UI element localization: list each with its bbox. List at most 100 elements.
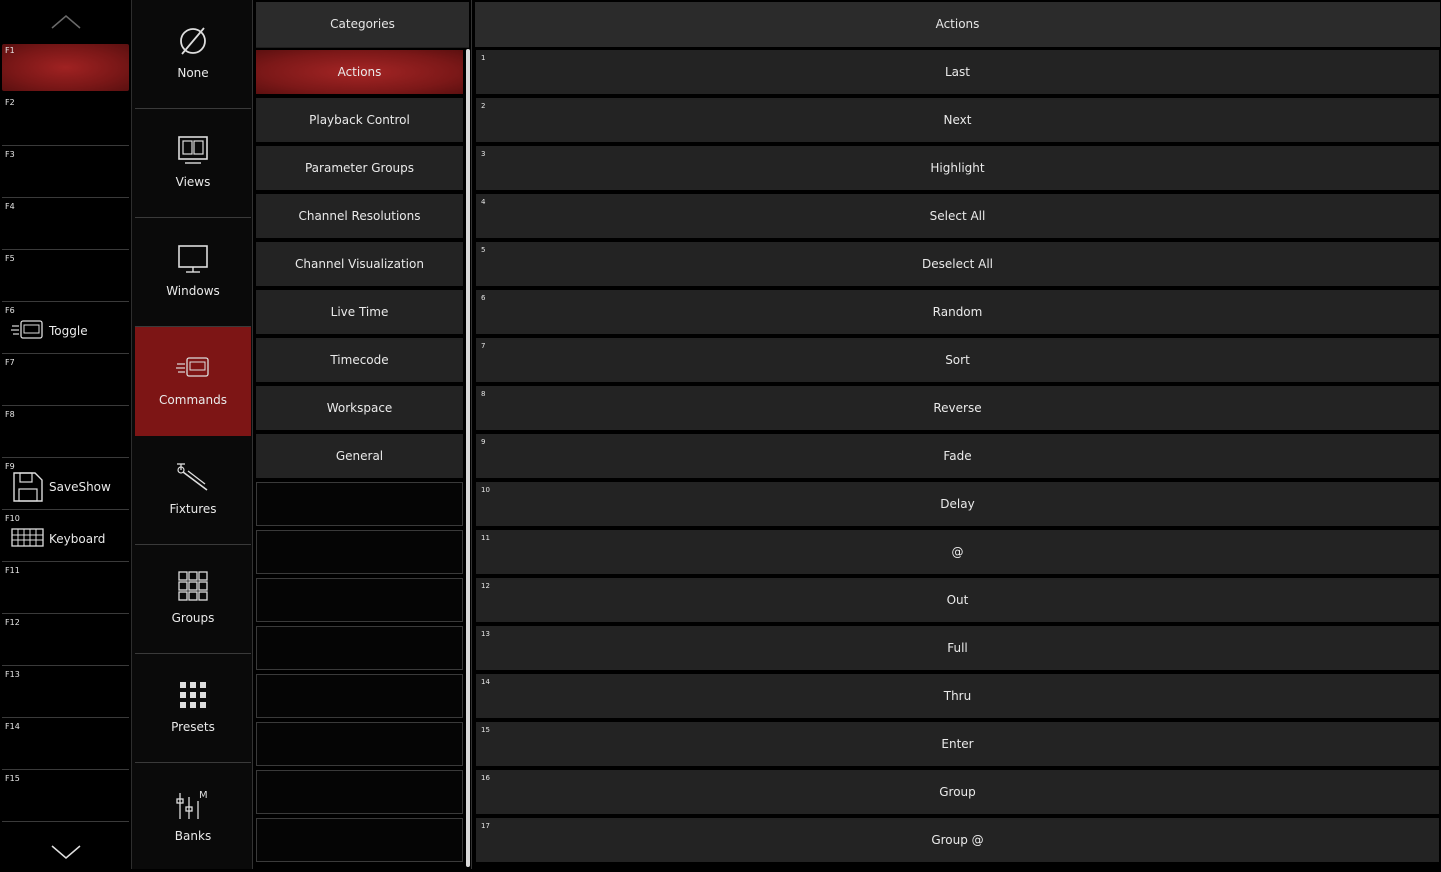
action-button-last[interactable]: 1 Last <box>476 50 1439 94</box>
function-key-number: F7 <box>5 358 15 367</box>
chevron-up-icon <box>51 15 81 29</box>
function-key-f1[interactable]: F1 <box>2 44 129 91</box>
action-button-enter[interactable]: 15 Enter <box>476 722 1439 766</box>
function-key-number: F4 <box>5 202 15 211</box>
category-actions[interactable]: Actions <box>256 50 463 94</box>
action-button-group[interactable]: 16 Group <box>476 770 1439 814</box>
nav-item-presets[interactable]: Presets <box>135 654 251 763</box>
category-live-time[interactable]: Live Time <box>256 290 463 334</box>
function-key-label: Toggle <box>49 324 88 338</box>
action-button-deselect-all[interactable]: 5 Deselect All <box>476 242 1439 286</box>
function-key-f5[interactable]: F5 <box>2 252 129 302</box>
action-label: Group @ <box>931 833 984 847</box>
chevron-down-icon <box>51 845 81 859</box>
category-general[interactable]: General <box>256 434 463 478</box>
function-key-number: F10 <box>5 514 20 523</box>
action-label: Delay <box>940 497 975 511</box>
category-empty-slot[interactable] <box>256 722 463 766</box>
function-key-f14[interactable]: F14 <box>2 720 129 770</box>
nav-item-commands[interactable]: Commands <box>135 327 251 436</box>
function-key-f13[interactable]: F13 <box>2 668 129 718</box>
category-empty-slot[interactable] <box>256 626 463 670</box>
nav-item-groups[interactable]: Groups <box>135 545 251 654</box>
action-label: Out <box>946 593 969 607</box>
function-key-f7[interactable]: F7 <box>2 356 129 406</box>
category-empty-slot[interactable] <box>256 482 463 526</box>
toggle-command-icon <box>11 320 43 339</box>
function-key-f11[interactable]: F11 <box>2 564 129 614</box>
nav-item-fixtures[interactable]: Fixtures <box>135 436 251 545</box>
nav-item-none[interactable]: None <box>135 0 251 109</box>
actions-header: Actions <box>475 2 1440 47</box>
category-playback-control[interactable]: Playback Control <box>256 98 463 142</box>
nav-item-label: Presets <box>171 720 215 734</box>
action-button-reverse[interactable]: 8 Reverse <box>476 386 1439 430</box>
action-button-out[interactable]: 12 Out <box>476 578 1439 622</box>
none-icon <box>180 27 206 55</box>
category-parameter-groups[interactable]: Parameter Groups <box>256 146 463 190</box>
action-button-thru[interactable]: 14 Thru <box>476 674 1439 718</box>
scroll-up-button[interactable] <box>0 4 131 40</box>
function-key-f4[interactable]: F4 <box>2 200 129 250</box>
action-button-highlight[interactable]: 3 Highlight <box>476 146 1439 190</box>
function-key-number: F15 <box>5 774 20 783</box>
action-button-delay[interactable]: 10 Delay <box>476 482 1439 526</box>
nav-item-label: Groups <box>171 611 215 625</box>
function-key-panel: F1 F2 F3 F4 F5 F6 Toggle F7 F8 F9 SaveSh… <box>0 0 131 869</box>
action-button-at[interactable]: 11 @ <box>476 530 1439 574</box>
action-button-select-all[interactable]: 4 Select All <box>476 194 1439 238</box>
function-key-number: F14 <box>5 722 20 731</box>
function-key-f15[interactable]: F15 <box>2 772 129 822</box>
action-button-full[interactable]: 13 Full <box>476 626 1439 670</box>
nav-item-label: Banks <box>174 829 212 843</box>
function-key-f8[interactable]: F8 <box>2 408 129 458</box>
action-label: @ <box>951 545 964 559</box>
function-key-label: Keyboard <box>49 532 106 546</box>
category-empty-slot[interactable] <box>256 818 463 862</box>
category-empty-slot[interactable] <box>256 674 463 718</box>
function-key-label: SaveShow <box>49 480 111 494</box>
function-key-f10[interactable]: F10 Keyboard <box>2 512 129 562</box>
nav-item-label: Views <box>175 175 211 189</box>
function-key-number: F6 <box>5 306 15 315</box>
action-button-group-at[interactable]: 17 Group @ <box>476 818 1439 862</box>
action-button-next[interactable]: 2 Next <box>476 98 1439 142</box>
function-key-number: F1 <box>5 46 15 55</box>
category-empty-slot[interactable] <box>256 530 463 574</box>
categories-scrollbar[interactable] <box>466 49 470 867</box>
function-key-f2[interactable]: F2 <box>2 96 129 146</box>
nav-item-windows[interactable]: Windows <box>135 218 251 327</box>
function-key-f6[interactable]: F6 Toggle <box>2 304 129 354</box>
action-label: Select All <box>929 209 986 223</box>
category-empty-slot[interactable] <box>256 770 463 814</box>
function-key-f3[interactable]: F3 <box>2 148 129 198</box>
category-channel-resolutions[interactable]: Channel Resolutions <box>256 194 463 238</box>
category-channel-visualization[interactable]: Channel Visualization <box>256 242 463 286</box>
function-key-number: F5 <box>5 254 15 263</box>
nav-item-label: None <box>177 66 209 80</box>
function-key-f12[interactable]: F12 <box>2 616 129 666</box>
category-workspace[interactable]: Workspace <box>256 386 463 430</box>
action-label: Deselect All <box>922 257 993 271</box>
action-label: Fade <box>943 449 972 463</box>
action-button-random[interactable]: 6 Random <box>476 290 1439 334</box>
monitor-icon <box>178 245 208 273</box>
nav-item-banks[interactable]: M Banks <box>135 763 251 872</box>
action-label: Group <box>939 785 976 799</box>
keyboard-icon <box>11 528 44 547</box>
action-button-sort[interactable]: 7 Sort <box>476 338 1439 382</box>
actions-panel: Actions 1 Last 2 Next 3 Highlight 4 Sele… <box>471 0 1441 869</box>
category-empty-slot[interactable] <box>256 578 463 622</box>
function-key-number: F13 <box>5 670 20 679</box>
function-key-f9[interactable]: F9 SaveShow <box>2 460 129 510</box>
action-button-fade[interactable]: 9 Fade <box>476 434 1439 478</box>
categories-panel: Categories Actions Playback Control Para… <box>252 0 472 869</box>
scroll-down-button[interactable] <box>0 832 131 868</box>
category-timecode[interactable]: Timecode <box>256 338 463 382</box>
views-icon <box>178 136 208 164</box>
save-icon <box>13 472 43 502</box>
nav-item-views[interactable]: Views <box>135 109 251 218</box>
banks-icon: M <box>176 790 208 819</box>
function-key-number: F2 <box>5 98 15 107</box>
action-label: Thru <box>943 689 972 703</box>
